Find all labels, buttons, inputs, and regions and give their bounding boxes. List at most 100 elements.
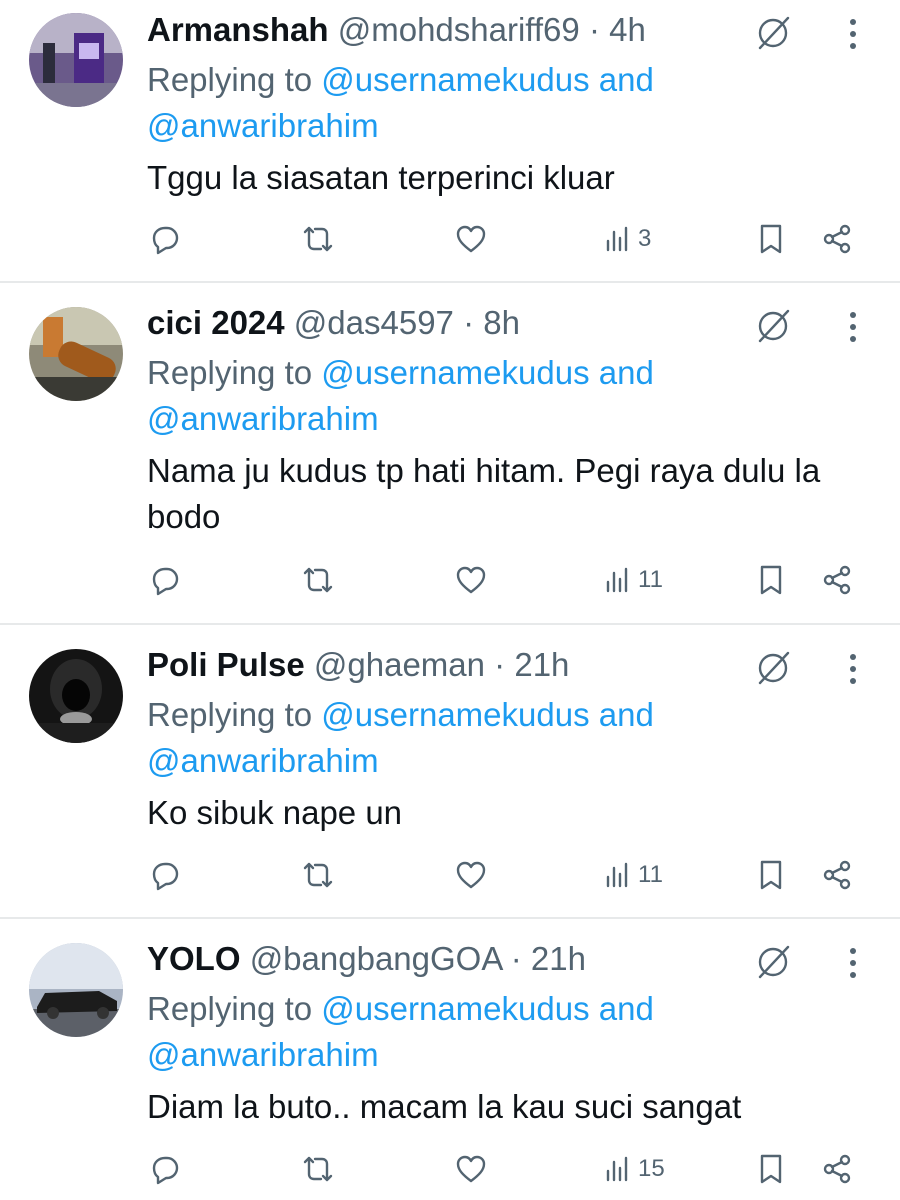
timestamp[interactable]: 21h [514,646,569,683]
mention-conjunction: and [598,61,654,98]
retweet-button[interactable] [301,222,335,256]
avatar[interactable] [29,649,123,743]
mention-link[interactable]: @anwaribrahim [147,742,379,779]
retweet-icon [303,862,333,888]
views-icon [606,226,628,252]
grok-icon[interactable] [752,305,794,347]
display-name[interactable]: Poli Pulse [147,646,305,683]
replying-to: Replying to @usernamekudus and @anwaribr… [147,57,767,149]
more-icon[interactable] [840,14,866,54]
display-name[interactable]: cici 2024 [147,304,285,341]
reply-icon [152,1156,179,1185]
replying-label: Replying to [147,61,313,98]
mention-link[interactable]: @anwaribrahim [147,107,379,144]
bookmark-button[interactable] [754,1152,788,1186]
replying-to: Replying to @usernamekudus and @anwaribr… [147,986,767,1078]
bookmark-icon [760,860,782,890]
views-icon [606,567,628,593]
timestamp[interactable]: 4h [609,11,646,48]
grok-icon[interactable] [752,941,794,983]
bookmark-button[interactable] [754,563,788,597]
user-handle[interactable]: @bangbangGOA [250,940,502,977]
retweet-icon [303,1156,333,1182]
share-button[interactable] [820,858,854,892]
more-icon[interactable] [840,307,866,347]
views-icon [606,862,628,888]
views-button[interactable]: 11 [602,563,663,597]
action-bar: 15 [0,1152,900,1192]
mention-link[interactable]: @usernamekudus [321,696,589,733]
user-handle[interactable]: @mohdshariff69 [338,11,580,48]
share-icon [823,860,851,890]
separator: · [510,940,522,977]
like-button[interactable] [454,1152,488,1186]
retweet-button[interactable] [301,563,335,597]
display-name[interactable]: YOLO [147,940,241,977]
bookmark-button[interactable] [754,858,788,892]
timestamp[interactable]: 21h [531,940,586,977]
share-icon [823,224,851,254]
reply-feed: Armanshah @mohdshariff69 · 4h Replying t… [0,0,900,1200]
view-count: 11 [638,566,663,593]
reply-button[interactable] [148,1152,182,1186]
like-button[interactable] [454,858,488,892]
reply-button[interactable] [148,858,182,892]
more-icon[interactable] [840,649,866,689]
like-icon [456,861,486,889]
views-button[interactable]: 11 [602,858,663,892]
reply-button[interactable] [148,563,182,597]
share-icon [823,1154,851,1184]
avatar-photo-food-icon [29,307,123,401]
like-button[interactable] [454,563,488,597]
view-count: 3 [638,225,652,252]
display-name[interactable]: Armanshah [147,11,329,48]
avatar[interactable] [29,307,123,401]
mention-conjunction: and [598,696,654,733]
tweet-header: Poli Pulse @ghaeman · 21h [147,645,569,685]
share-button[interactable] [820,222,854,256]
views-button[interactable]: 3 [602,222,651,256]
grok-icon[interactable] [752,12,794,54]
tweet[interactable]: Armanshah @mohdshariff69 · 4h Replying t… [0,0,900,283]
replying-to: Replying to @usernamekudus and @anwaribr… [147,692,767,784]
reply-icon [152,862,179,891]
more-icon[interactable] [840,943,866,983]
mention-link[interactable]: @anwaribrahim [147,400,379,437]
reply-button[interactable] [148,222,182,256]
mention-conjunction: and [598,990,654,1027]
action-bar: 11 [0,563,900,603]
action-bar: 11 [0,858,900,898]
tweet[interactable]: Poli Pulse @ghaeman · 21h Replying to @u… [0,625,900,919]
bookmark-icon [760,224,782,254]
grok-icon[interactable] [752,647,794,689]
tweet-text: Ko sibuk nape un [147,794,403,831]
reply-icon [152,226,179,255]
timestamp[interactable]: 8h [483,304,520,341]
bookmark-button[interactable] [754,222,788,256]
share-button[interactable] [820,1152,854,1186]
replying-to: Replying to @usernamekudus and @anwaribr… [147,350,767,442]
retweet-icon [303,226,333,252]
mention-link[interactable]: @usernamekudus [321,61,589,98]
avatar[interactable] [29,13,123,107]
retweet-button[interactable] [301,858,335,892]
replying-label: Replying to [147,990,313,1027]
avatar[interactable] [29,943,123,1037]
view-count: 15 [638,1155,665,1182]
mention-link[interactable]: @usernamekudus [321,990,589,1027]
share-button[interactable] [820,563,854,597]
reply-icon [152,567,179,596]
mention-link[interactable]: @usernamekudus [321,354,589,391]
mention-link[interactable]: @anwaribrahim [147,1036,379,1073]
tweet[interactable]: YOLO @bangbangGOA · 21h Replying to @use… [0,919,900,1200]
user-handle[interactable]: @ghaeman [314,646,485,683]
replying-label: Replying to [147,696,313,733]
like-button[interactable] [454,222,488,256]
avatar-photo-hooded-figure-icon [29,649,123,743]
tweet[interactable]: cici 2024 @das4597 · 8h Replying to @use… [0,283,900,625]
user-handle[interactable]: @das4597 [294,304,454,341]
avatar-photo-car-icon [29,943,123,1037]
retweet-button[interactable] [301,1152,335,1186]
bookmark-icon [760,1154,782,1184]
views-button[interactable]: 15 [602,1152,665,1186]
